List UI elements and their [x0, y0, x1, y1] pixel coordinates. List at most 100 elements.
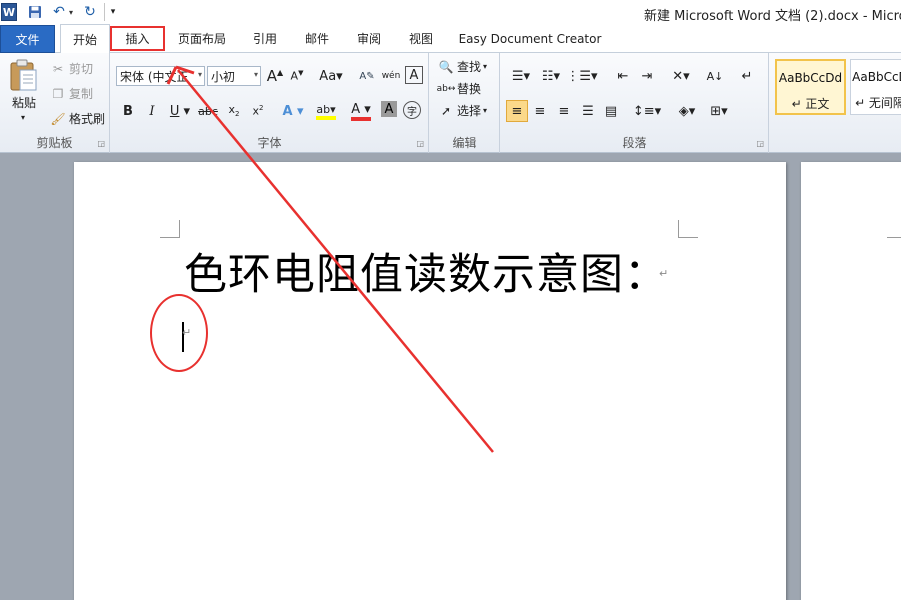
- tab-file[interactable]: 文件: [0, 25, 55, 53]
- font-color-button[interactable]: A ▾: [347, 101, 375, 121]
- redo-icon: ↻: [84, 4, 96, 20]
- paste-dropdown[interactable]: ▾: [21, 113, 25, 122]
- paste-label[interactable]: 粘贴: [12, 94, 36, 111]
- crop-mark-top-right: [678, 220, 698, 238]
- copy-button[interactable]: ❐ 复制: [50, 85, 93, 102]
- format-painter-button[interactable]: 🖌 格式刷: [50, 110, 105, 127]
- document-heading[interactable]: 色环电阻值读数示意图：: [184, 240, 668, 302]
- strikethrough-button[interactable]: abc: [198, 101, 218, 121]
- distributed-button[interactable]: ▤: [601, 101, 621, 121]
- underline-button[interactable]: U ▾: [166, 101, 194, 121]
- align-center-icon: ≡: [534, 103, 546, 119]
- paste-button[interactable]: [8, 57, 40, 93]
- bold-icon: B: [123, 103, 133, 119]
- find-button[interactable]: 🔍 查找 ▾: [438, 58, 488, 75]
- tab-page-layout[interactable]: 页面布局: [172, 24, 232, 53]
- align-left-icon: ≡: [511, 103, 523, 119]
- bullet-list-icon: ☰▾: [511, 68, 531, 84]
- title-bar: W ↶ ▾ ↻ ▾ 新建 Microsoft Word 文档 (2).docx …: [0, 0, 901, 24]
- replace-button[interactable]: ab↔ 替换: [436, 80, 481, 97]
- binoculars-icon: 🔍: [438, 59, 454, 74]
- highlight-color-button[interactable]: ab▾: [311, 101, 341, 121]
- grow-font-button[interactable]: A▲: [265, 66, 285, 86]
- word-logo-icon[interactable]: W: [1, 3, 17, 21]
- tab-insert[interactable]: 插入: [110, 24, 165, 53]
- paragraph-mark: ↵: [182, 326, 192, 339]
- document-area[interactable]: 色环电阻值读数示意图： ↵ ↵: [0, 154, 901, 600]
- text-effects-button[interactable]: A ▾: [279, 101, 307, 121]
- grow-font-icon: A▲: [266, 67, 284, 85]
- font-name-value: 宋体 (中文正: [120, 69, 189, 84]
- save-icon: [29, 6, 41, 18]
- font-size-combobox[interactable]: 小初 ▾: [207, 66, 261, 86]
- numbering-button[interactable]: ☷▾: [537, 66, 565, 86]
- change-case-button[interactable]: Aa▾: [317, 66, 345, 86]
- decrease-indent-icon: ⇤: [617, 68, 629, 84]
- replace-icon: ab↔: [436, 83, 456, 94]
- italic-button[interactable]: I: [142, 101, 162, 121]
- style-sample-text: AaBbCcDd: [778, 71, 843, 85]
- bullets-button[interactable]: ☰▾: [507, 66, 535, 86]
- window-title: 新建 Microsoft Word 文档 (2).docx - Micros: [644, 9, 901, 24]
- align-right-icon: ≡: [558, 103, 570, 119]
- borders-button[interactable]: ⊞▾: [705, 101, 733, 121]
- character-border-button[interactable]: A: [405, 66, 423, 84]
- shrink-font-button[interactable]: A▼: [287, 66, 307, 86]
- increase-indent-button[interactable]: ⇥: [637, 66, 657, 86]
- shrink-font-icon: A▼: [290, 69, 304, 83]
- paragraph-group-label: 段落: [622, 136, 647, 150]
- justify-icon: ☰: [582, 103, 594, 119]
- tab-references[interactable]: 引用: [245, 24, 285, 53]
- font-name-combobox[interactable]: 宋体 (中文正 ▾: [116, 66, 205, 86]
- phonetic-guide-button[interactable]: wén: [381, 66, 401, 86]
- decrease-indent-button[interactable]: ⇤: [613, 66, 633, 86]
- tab-mailings[interactable]: 邮件: [297, 24, 337, 53]
- document-page-next[interactable]: [801, 162, 901, 600]
- multilevel-list-button[interactable]: ⋮☰▾: [566, 66, 597, 86]
- show-marks-button[interactable]: ↵: [737, 66, 757, 86]
- tab-view[interactable]: 视图: [401, 24, 441, 53]
- align-center-button[interactable]: ≡: [530, 101, 550, 121]
- clear-formatting-button[interactable]: A✎: [357, 66, 377, 86]
- undo-dropdown-button[interactable]: ▾: [67, 3, 75, 21]
- bold-button[interactable]: B: [118, 101, 138, 121]
- justify-button[interactable]: ☰: [578, 101, 598, 121]
- superscript-button[interactable]: x2: [248, 101, 268, 121]
- select-button[interactable]: ➚ 选择 ▾: [438, 102, 487, 119]
- save-button[interactable]: [27, 3, 43, 21]
- copy-icon: ❐: [52, 86, 64, 101]
- line-spacing-button[interactable]: ↕≡▾: [633, 101, 661, 121]
- tab-easy-document-creator[interactable]: Easy Document Creator: [455, 24, 605, 53]
- tab-review[interactable]: 审阅: [349, 24, 389, 53]
- undo-icon: ↶: [53, 4, 65, 20]
- sort-button[interactable]: A↓: [705, 66, 725, 86]
- copy-label: 复制: [69, 87, 94, 101]
- chinese-layout-button[interactable]: ✕▾: [667, 66, 695, 86]
- style-normal[interactable]: AaBbCcDd ↵ 正文: [775, 59, 846, 115]
- styles-group: AaBbCcDd ↵ 正文 AaBbCcD ↵ 无间隔: [770, 53, 901, 153]
- font-group-label: 字体: [257, 136, 282, 150]
- character-shading-button[interactable]: A: [381, 101, 397, 117]
- customize-quick-access-button[interactable]: ▾: [108, 3, 118, 21]
- increase-indent-icon: ⇥: [641, 68, 653, 84]
- enclose-characters-button[interactable]: 字: [403, 101, 421, 119]
- font-group: 宋体 (中文正 ▾ 小初 ▾ A▲ A▼ Aa▾ A✎ wén A B I U ▾ …: [111, 53, 429, 153]
- subscript-button[interactable]: x2: [224, 101, 244, 121]
- undo-button[interactable]: ↶: [50, 3, 68, 21]
- chinese-layout-icon: ✕▾: [672, 68, 690, 84]
- dialog-launcher-icon[interactable]: ◲: [756, 139, 764, 148]
- find-label: 查找: [457, 60, 482, 74]
- document-page[interactable]: 色环电阻值读数示意图： ↵ ↵: [74, 162, 786, 600]
- cut-label: 剪切: [69, 62, 94, 76]
- chevron-down-icon: ▾: [483, 106, 488, 115]
- redo-button[interactable]: ↻: [82, 3, 98, 21]
- dialog-launcher-icon[interactable]: ◲: [416, 139, 424, 148]
- align-left-button[interactable]: ≡: [506, 100, 528, 122]
- align-right-button[interactable]: ≡: [554, 101, 574, 121]
- sort-icon: A↓: [706, 69, 724, 83]
- dialog-launcher-icon[interactable]: ◲: [97, 139, 105, 148]
- cut-button[interactable]: ✂ 剪切: [50, 60, 93, 77]
- style-no-spacing[interactable]: AaBbCcD ↵ 无间隔: [850, 59, 901, 115]
- tab-home[interactable]: 开始: [60, 24, 110, 54]
- shading-button[interactable]: ◈▾: [673, 101, 701, 121]
